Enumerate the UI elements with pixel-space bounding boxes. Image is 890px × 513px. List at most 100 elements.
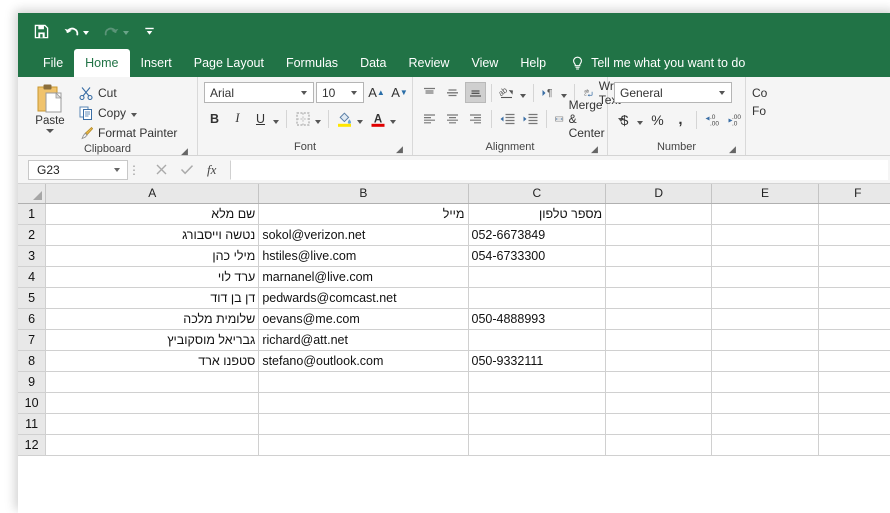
cell-D2[interactable] [605, 224, 713, 246]
redo-dropdown-caret-icon[interactable] [123, 31, 129, 35]
copy-dropdown-caret-icon[interactable] [131, 112, 138, 117]
cell-B11[interactable] [258, 413, 469, 435]
cell-F9[interactable] [818, 371, 890, 393]
cell-C3[interactable]: 054-6733300 [468, 245, 607, 267]
cell-C12[interactable] [468, 434, 607, 456]
cell-E4[interactable] [711, 266, 819, 288]
comma-style-button[interactable]: , [670, 109, 691, 130]
cell-C8[interactable]: 050-9332111 [468, 350, 607, 372]
accounting-caret-icon[interactable] [637, 120, 643, 125]
font-name-caret-icon[interactable] [301, 90, 307, 95]
cell-C7[interactable] [468, 329, 607, 351]
tab-review[interactable]: Review [397, 49, 460, 77]
cell-D10[interactable] [605, 392, 713, 414]
cell-C6[interactable]: 050-4888993 [468, 308, 607, 330]
cell-D9[interactable] [605, 371, 713, 393]
cell-B1[interactable]: מייל [258, 203, 469, 225]
tab-file[interactable]: File [32, 49, 74, 77]
bold-button[interactable]: B [204, 108, 225, 129]
align-top-button[interactable] [419, 82, 440, 103]
conditional-formatting-line1[interactable]: Co [752, 86, 767, 100]
row-header-2[interactable]: 2 [18, 224, 47, 246]
cell-C4[interactable] [468, 266, 607, 288]
cell-A1[interactable]: שם מלא [45, 203, 260, 225]
row-header-12[interactable]: 12 [18, 434, 47, 456]
orientation-caret-icon[interactable] [519, 93, 526, 98]
cell-A10[interactable] [45, 392, 260, 414]
select-all-button[interactable] [18, 184, 47, 204]
cell-B6[interactable]: oevans@me.com [258, 308, 469, 330]
cell-B7[interactable]: richard@att.net [258, 329, 469, 351]
fill-color-button[interactable] [334, 108, 355, 129]
row-header-5[interactable]: 5 [18, 287, 47, 309]
copy-button[interactable]: Copy [76, 103, 180, 122]
italic-button[interactable]: I [227, 108, 248, 129]
tell-me-search[interactable]: Tell me what you want to do [557, 49, 755, 77]
save-button[interactable] [34, 24, 49, 39]
cell-C11[interactable] [468, 413, 607, 435]
cell-D4[interactable] [605, 266, 713, 288]
cell-D7[interactable] [605, 329, 713, 351]
cell-D5[interactable] [605, 287, 713, 309]
redo-button[interactable] [103, 24, 129, 39]
format-painter-button[interactable]: Format Painter [76, 123, 180, 142]
tab-help[interactable]: Help [509, 49, 557, 77]
cell-E6[interactable] [711, 308, 819, 330]
decrease-font-size-button[interactable]: A ▼ [389, 82, 410, 103]
cell-A7[interactable]: גבריאל מוסקוביץ [45, 329, 260, 351]
cell-E7[interactable] [711, 329, 819, 351]
cell-E9[interactable] [711, 371, 819, 393]
cell-E8[interactable] [711, 350, 819, 372]
increase-font-size-button[interactable]: A ▲ [366, 82, 387, 103]
text-direction-button[interactable]: ¶ [538, 82, 559, 103]
cell-A11[interactable] [45, 413, 260, 435]
font-color-caret-icon[interactable] [390, 119, 396, 124]
paste-dropdown-caret-icon[interactable] [46, 129, 54, 133]
undo-dropdown-caret-icon[interactable] [83, 31, 89, 35]
cell-F5[interactable] [818, 287, 890, 309]
tab-insert[interactable]: Insert [130, 49, 183, 77]
cell-A5[interactable]: דן בן דוד [45, 287, 260, 309]
cell-B2[interactable]: sokol@verizon.net [258, 224, 469, 246]
cell-E3[interactable] [711, 245, 819, 267]
cut-button[interactable]: Cut [76, 83, 180, 102]
cell-D6[interactable] [605, 308, 713, 330]
cell-B3[interactable]: hstiles@live.com [258, 245, 469, 267]
row-header-3[interactable]: 3 [18, 245, 47, 267]
cell-C2[interactable]: 052-6673849 [468, 224, 607, 246]
increase-decimal-button[interactable]: .0 .00 [702, 109, 723, 130]
decrease-decimal-button[interactable]: .00 .0 [725, 109, 746, 130]
cell-E2[interactable] [711, 224, 819, 246]
cell-E11[interactable] [711, 413, 819, 435]
borders-caret-icon[interactable] [315, 119, 321, 124]
align-left-button[interactable] [419, 108, 440, 129]
cell-E5[interactable] [711, 287, 819, 309]
orientation-button[interactable]: ab [497, 82, 518, 103]
tab-view[interactable]: View [460, 49, 509, 77]
fill-color-caret-icon[interactable] [357, 119, 363, 124]
cell-A9[interactable] [45, 371, 260, 393]
row-header-4[interactable]: 4 [18, 266, 47, 288]
cell-F7[interactable] [818, 329, 890, 351]
row-header-7[interactable]: 7 [18, 329, 47, 351]
column-header-e[interactable]: E [711, 184, 819, 204]
paste-button[interactable]: Paste [24, 81, 76, 133]
font-name-combo[interactable]: Arial [204, 82, 314, 103]
underline-button[interactable]: U [250, 108, 271, 129]
cell-C10[interactable] [468, 392, 607, 414]
cell-D12[interactable] [605, 434, 713, 456]
cell-F2[interactable] [818, 224, 890, 246]
cell-F1[interactable] [818, 203, 890, 225]
cell-A4[interactable]: ערד לוי [45, 266, 260, 288]
cell-F3[interactable] [818, 245, 890, 267]
cell-A8[interactable]: סטפנו ארד [45, 350, 260, 372]
font-dialog-launcher[interactable]: ◢ [395, 145, 404, 154]
row-header-10[interactable]: 10 [18, 392, 47, 414]
cell-E12[interactable] [711, 434, 819, 456]
cell-A3[interactable]: מילי כהן [45, 245, 260, 267]
column-header-d[interactable]: D [605, 184, 713, 204]
cell-B9[interactable] [258, 371, 469, 393]
column-header-b[interactable]: B [258, 184, 469, 204]
customize-quick-access-toolbar-button[interactable] [143, 25, 156, 38]
cell-E1[interactable] [711, 203, 819, 225]
